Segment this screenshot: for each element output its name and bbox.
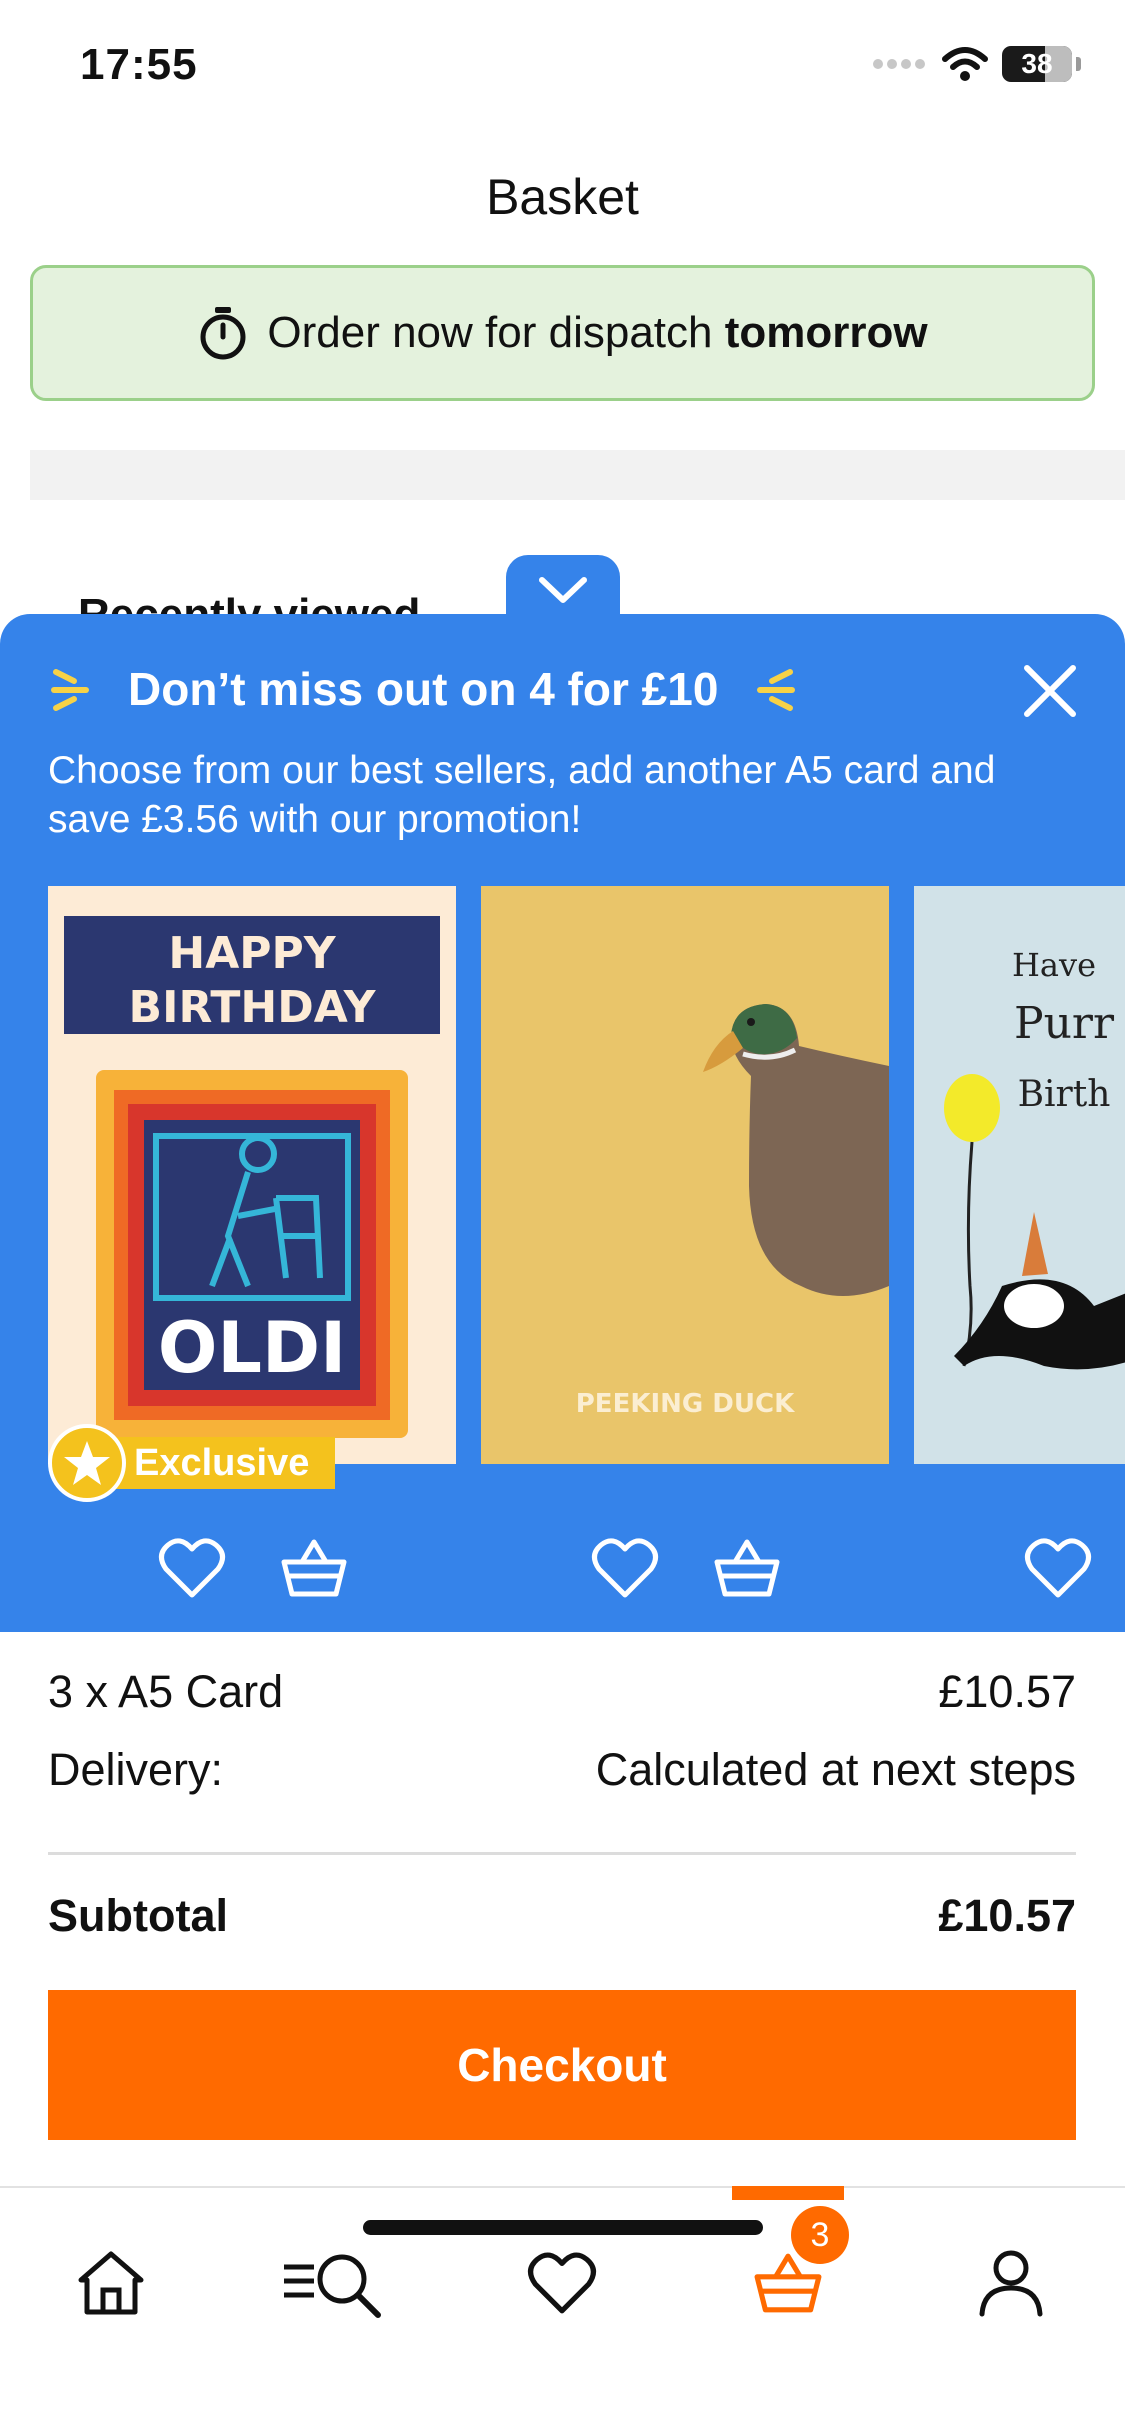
home-icon bbox=[78, 2251, 144, 2315]
exclusive-label: Exclusive bbox=[104, 1437, 336, 1489]
tab-home[interactable] bbox=[56, 2228, 166, 2338]
promo-subtitle: Choose from our best sellers, add anothe… bbox=[48, 749, 996, 841]
card-actions bbox=[156, 1532, 350, 1604]
user-icon bbox=[979, 2250, 1043, 2317]
page-title: Basket bbox=[486, 169, 639, 225]
basket-count-badge: 3 bbox=[791, 2206, 849, 2264]
card-text-top-2: BIRTHDAY bbox=[129, 982, 377, 1033]
subtotal-label: Subtotal bbox=[48, 1890, 228, 1941]
section-divider bbox=[30, 450, 1125, 500]
card-actions bbox=[589, 1532, 783, 1604]
add-to-basket-button[interactable] bbox=[278, 1532, 350, 1604]
sparkle-icon bbox=[757, 669, 796, 711]
stopwatch-icon bbox=[200, 307, 246, 360]
wishlist-button[interactable] bbox=[589, 1532, 661, 1604]
card-actions bbox=[1022, 1532, 1094, 1604]
promo-panel: Don’t miss out on 4 for £10 Choose from … bbox=[0, 614, 1125, 1632]
status-icons: 38 bbox=[872, 46, 1081, 82]
exclusive-badge: Exclusive bbox=[48, 1424, 336, 1502]
card-text-main: PEEKING DUCK bbox=[576, 1389, 795, 1419]
tab-basket[interactable]: 3 bbox=[733, 2206, 849, 2338]
items-value: £10.57 bbox=[938, 1666, 1076, 1717]
card-artwork: PEEKING DUCK bbox=[481, 886, 889, 1464]
delivery-value: Calculated at next steps bbox=[595, 1744, 1076, 1795]
svg-text:Purr: Purr bbox=[1014, 998, 1115, 1049]
delivery-label: Delivery: bbox=[48, 1744, 224, 1795]
tab-browse[interactable] bbox=[278, 2228, 388, 2338]
wishlist-button[interactable] bbox=[156, 1532, 228, 1604]
svg-text:Birth: Birth bbox=[1018, 1074, 1111, 1115]
status-time: 17:55 bbox=[80, 40, 198, 89]
card-artwork: HAPPY BIRTHDAY OLDI bbox=[48, 886, 456, 1464]
active-tab-indicator bbox=[732, 2186, 844, 2200]
basket-icon bbox=[281, 1539, 347, 1597]
product-card-peeking-duck[interactable]: PEEKING DUCK bbox=[481, 886, 889, 1464]
star-icon bbox=[48, 1424, 126, 1502]
close-promo-button[interactable] bbox=[1019, 660, 1081, 722]
close-icon bbox=[1024, 665, 1076, 717]
wifi-icon bbox=[942, 47, 988, 81]
promo-title: Don’t miss out on 4 for £10 bbox=[128, 663, 719, 715]
subtotal-row: Subtotal £10.57 bbox=[48, 1890, 1076, 1942]
basket-icon bbox=[714, 1539, 780, 1597]
tab-account[interactable] bbox=[956, 2228, 1066, 2338]
home-indicator bbox=[363, 2220, 763, 2235]
subtotal-value: £10.57 bbox=[938, 1890, 1076, 1941]
cellular-signal-icon bbox=[873, 59, 925, 69]
card-text-top-1: HAPPY bbox=[168, 928, 336, 979]
menu-search-icon bbox=[284, 2254, 381, 2318]
heart-icon bbox=[1025, 1538, 1091, 1598]
product-card-oldi[interactable]: HAPPY BIRTHDAY OLDI bbox=[48, 886, 456, 1464]
product-card-cat[interactable]: Have Purr Birth bbox=[914, 886, 1125, 1464]
status-bar: 17:55 38 bbox=[0, 0, 1125, 130]
promo-title-row: Don’t miss out on 4 for £10 bbox=[50, 662, 796, 716]
summary-divider bbox=[48, 1852, 1076, 1855]
add-to-basket-button[interactable] bbox=[711, 1532, 783, 1604]
chevron-down-icon bbox=[539, 577, 587, 603]
heart-icon bbox=[592, 1538, 658, 1598]
bottom-tab-bar: 3 bbox=[0, 2186, 1125, 2436]
battery-icon: 38 bbox=[1002, 46, 1072, 82]
dispatch-text: Order now for dispatch tomorrow bbox=[267, 308, 928, 357]
heart-icon bbox=[528, 2252, 596, 2314]
card-text-main: OLDI bbox=[158, 1307, 346, 1389]
card-artwork: Have Purr Birth bbox=[914, 886, 1125, 1464]
tab-wishlist[interactable] bbox=[507, 2228, 617, 2338]
sparkle-icon bbox=[51, 669, 89, 711]
items-label: 3 x A5 Card bbox=[48, 1666, 284, 1717]
items-summary-row: 3 x A5 Card £10.57 bbox=[48, 1666, 1076, 1718]
wishlist-button[interactable] bbox=[1022, 1532, 1094, 1604]
checkout-button[interactable]: Checkout bbox=[48, 1990, 1076, 2140]
svg-text:Have: Have bbox=[1012, 946, 1096, 984]
heart-icon bbox=[159, 1538, 225, 1598]
delivery-row: Delivery: Calculated at next steps bbox=[48, 1744, 1076, 1796]
dispatch-banner: Order now for dispatch tomorrow bbox=[30, 265, 1095, 401]
